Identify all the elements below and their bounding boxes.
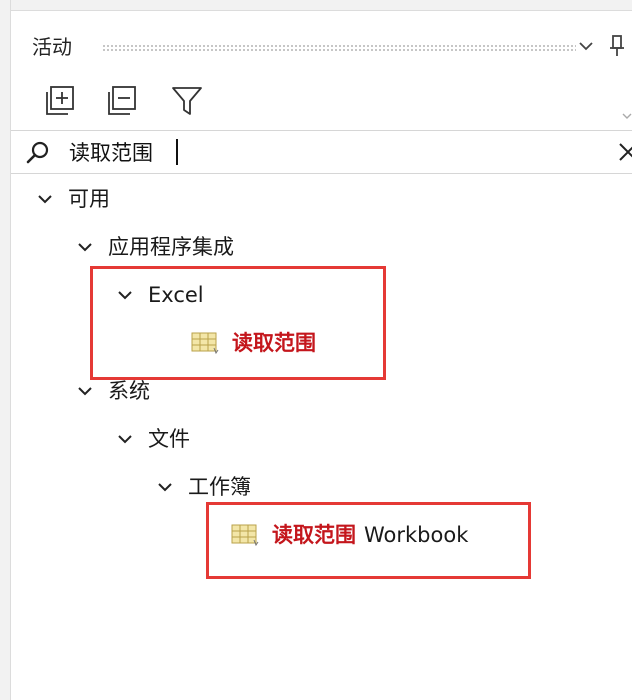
annotation-box-workbook xyxy=(206,502,531,579)
tree-node-label: 应用程序集成 xyxy=(108,235,234,259)
annotation-box-excel xyxy=(90,266,386,380)
chevron-down-icon[interactable] xyxy=(576,36,596,56)
tree-node-app-integration[interactable]: 应用程序集成 xyxy=(76,229,234,265)
activities-toolbar xyxy=(40,84,620,120)
close-icon[interactable] xyxy=(617,141,632,163)
search-bar xyxy=(11,130,632,174)
chevron-down-icon[interactable] xyxy=(156,478,174,496)
chevron-down-icon[interactable] xyxy=(76,382,94,400)
panel-title-bar: 活动 xyxy=(20,26,632,68)
tree-node-file[interactable]: 文件 xyxy=(116,421,190,457)
filter-icon[interactable] xyxy=(170,84,204,118)
panel-top-border xyxy=(0,0,632,11)
text-caret xyxy=(176,139,178,165)
pin-icon[interactable] xyxy=(608,34,626,58)
chevron-down-icon[interactable] xyxy=(116,430,134,448)
activities-panel: 活动 读取范围 可用 应用程序集成 Excel 读取范围 系统 文件 工作簿 读… xyxy=(0,0,632,700)
expand-all-icon[interactable] xyxy=(44,84,78,118)
panel-title: 活动 xyxy=(32,35,72,59)
tree-node-available[interactable]: 可用 xyxy=(36,181,110,217)
tree-node-label: 可用 xyxy=(68,187,110,211)
tree-node-workbook[interactable]: 工作簿 xyxy=(156,469,251,505)
chevron-down-icon[interactable] xyxy=(76,238,94,256)
tree-node-label: 工作簿 xyxy=(188,475,251,499)
scroll-indicator-icon xyxy=(622,108,632,122)
drag-grip[interactable] xyxy=(102,44,576,51)
search-input[interactable] xyxy=(69,137,589,167)
panel-left-border xyxy=(0,0,11,700)
chevron-down-icon[interactable] xyxy=(36,190,54,208)
tree-node-label: 文件 xyxy=(148,427,190,451)
collapse-all-icon[interactable] xyxy=(106,84,140,118)
search-icon xyxy=(25,140,51,166)
tree-node-label: 系统 xyxy=(108,379,150,403)
